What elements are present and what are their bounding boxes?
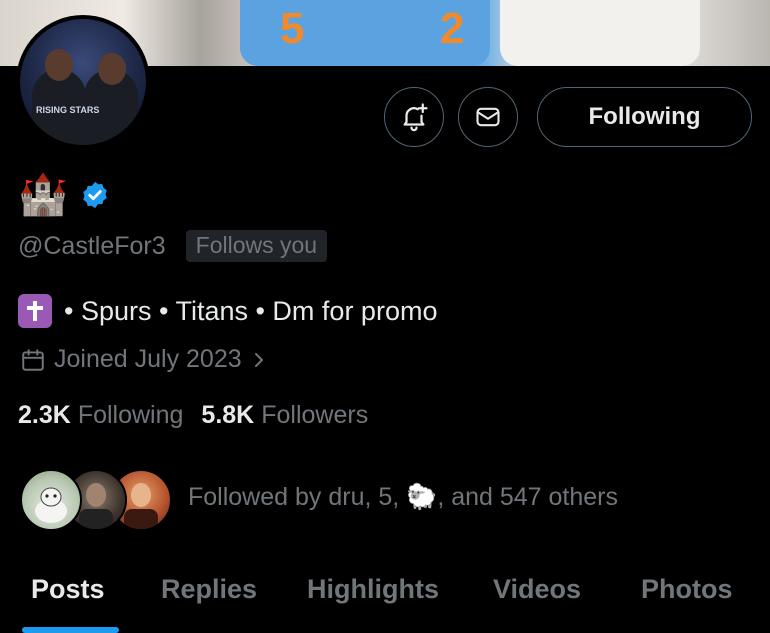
notifications-button[interactable]: [384, 87, 444, 147]
joined-date[interactable]: Joined July 2023: [20, 345, 268, 374]
tab-replies[interactable]: Replies: [161, 574, 257, 605]
cartoon-character-icon: [35, 487, 67, 523]
chevron-right-icon: [254, 352, 263, 367]
banner-jersey-white: [500, 0, 700, 66]
follows-you-badge: Follows you: [185, 230, 328, 262]
bio-text: • Spurs • Titans • Dm for promo: [64, 295, 438, 326]
followers-label: Followers: [261, 401, 369, 429]
profile-tabs: Posts Replies Highlights Videos Photos: [0, 570, 770, 633]
avatar-image: RISING STARS: [20, 19, 146, 145]
message-button[interactable]: [458, 87, 518, 147]
followed-by-text[interactable]: Followed by dru, 5, 🐑, and 547 others: [188, 483, 618, 512]
followers-count: 5.8K: [201, 401, 255, 429]
profile-bio: • Spurs • Titans • Dm for promo: [18, 294, 437, 328]
display-name: 🏰: [18, 173, 68, 217]
bell-plus-icon: [403, 103, 428, 132]
tab-posts[interactable]: Posts: [31, 574, 105, 605]
latin-cross-icon: [18, 294, 52, 328]
avatar-head: [45, 49, 73, 81]
active-tab-indicator: [22, 627, 119, 633]
joined-text: Joined July 2023: [54, 345, 242, 373]
banner-jersey-number: 5: [280, 4, 305, 53]
follow-stats: 2.3K Following 5.8K Followers: [18, 401, 368, 430]
tab-videos[interactable]: Videos: [493, 574, 581, 605]
cross-glyph: [27, 301, 43, 321]
followers-stat[interactable]: 5.8K Followers: [201, 401, 368, 430]
followed-by-suffix: , and 547 others: [437, 483, 619, 511]
mutual-followers-avatars[interactable]: [20, 469, 172, 531]
handle-row: @CastleFor3 Follows you: [18, 230, 328, 262]
sheep-emoji: 🐑: [406, 483, 438, 511]
profile-avatar[interactable]: RISING STARS: [16, 15, 150, 149]
username-handle: @CastleFor3: [18, 231, 166, 260]
following-stat[interactable]: 2.3K Following: [18, 401, 183, 430]
following-button[interactable]: Following: [537, 87, 752, 147]
verified-badge-icon[interactable]: [80, 180, 110, 210]
avatar-shirt-text: RISING STARS: [36, 105, 100, 115]
tab-photos[interactable]: Photos: [641, 574, 733, 605]
followed-by-prefix: Followed by dru, 5,: [188, 483, 407, 511]
avatar-head: [98, 53, 126, 85]
display-name-row: 🏰: [18, 172, 110, 218]
following-count: 2.3K: [18, 401, 71, 429]
tab-highlights[interactable]: Highlights: [307, 574, 439, 605]
banner-jersey-number: 2: [440, 4, 465, 53]
calendar-icon: [22, 348, 44, 371]
mutual-follower-avatar: [20, 469, 82, 531]
following-label: Following: [77, 401, 184, 429]
envelope-icon: [476, 107, 500, 127]
